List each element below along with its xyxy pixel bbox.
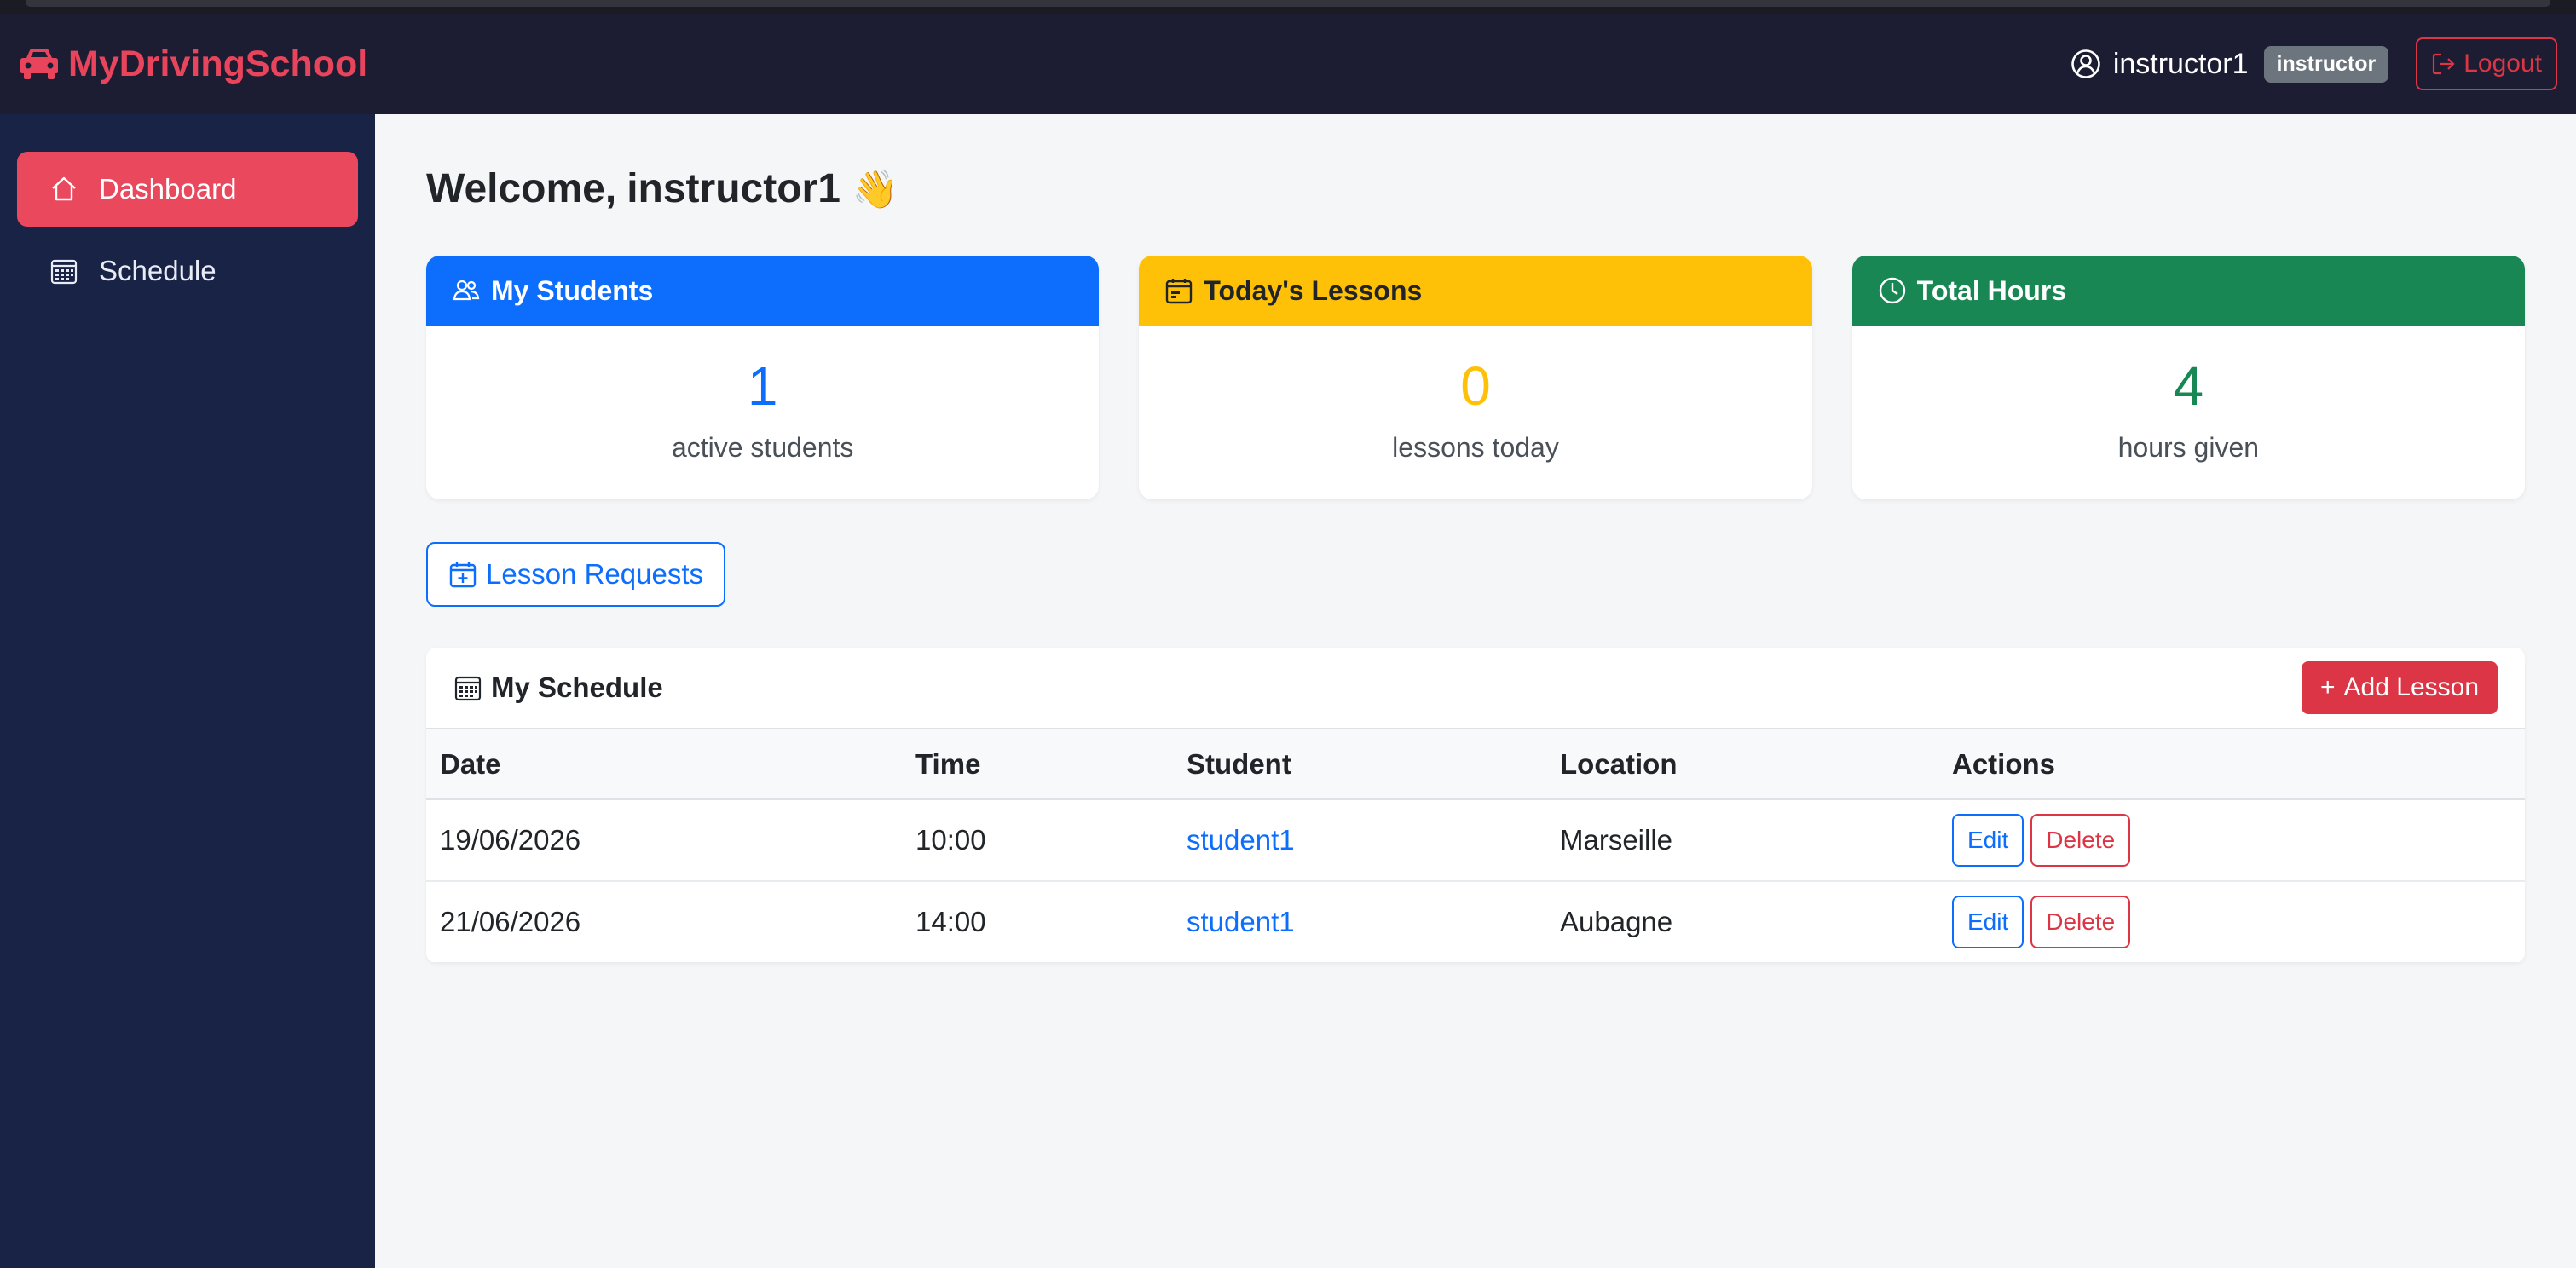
cell-location: Marseille (1560, 824, 1673, 856)
column-header-student: Student (1187, 747, 1291, 780)
top-navbar: MyDrivingSchool instructor1 instructor L… (0, 14, 2576, 114)
delete-button[interactable]: Delete (2030, 814, 2131, 867)
column-header-date: Date (440, 747, 501, 780)
card-title: Today's Lessons (1204, 274, 1423, 306)
cell-date: 21/06/2026 (440, 906, 581, 937)
role-badge: instructor (2263, 45, 2389, 83)
card-total-hours: Total Hours 4 hours given (1851, 256, 2525, 499)
calendar-plus-icon (449, 562, 477, 588)
window-top-strip (0, 0, 2576, 14)
logout-icon (2433, 53, 2455, 75)
people-icon (453, 280, 480, 301)
cell-time: 10:00 (915, 824, 986, 856)
wave-emoji: 👋 (852, 168, 899, 210)
calendar-grid-icon (454, 676, 482, 701)
add-lesson-button[interactable]: + Add Lesson (2302, 661, 2498, 714)
brand-name: MyDrivingSchool (68, 43, 368, 84)
student-link[interactable]: student1 (1187, 824, 1295, 856)
schedule-title: My Schedule (491, 671, 663, 703)
student-link[interactable]: student1 (1187, 906, 1295, 937)
card-header: Today's Lessons (1139, 256, 1812, 326)
sidebar-item-dashboard[interactable]: Dashboard (17, 152, 358, 227)
card-value: 1 (747, 354, 778, 417)
cell-date: 19/06/2026 (440, 824, 581, 856)
card-value: 4 (2173, 354, 2204, 417)
sidebar: Dashboard Schedule (0, 114, 375, 1268)
schedule-table: Date Time Student Location Actions 19/06… (426, 729, 2525, 963)
current-username: instructor1 (2112, 47, 2249, 80)
stats-cards: My Students 1 active students Today's Le… (426, 256, 2525, 499)
main-content: Welcome, instructor1 👋 My Students 1 act… (375, 114, 2576, 1268)
my-schedule-panel: My Schedule + Add Lesson Date Time Stude… (426, 648, 2525, 963)
table-row: 21/06/2026 14:00 student1 Aubagne Edit De… (426, 881, 2525, 963)
card-title: Total Hours (1916, 274, 2067, 306)
card-todays-lessons: Today's Lessons 0 lessons today (1139, 256, 1812, 499)
add-lesson-label: Add Lesson (2343, 673, 2479, 701)
delete-button[interactable]: Delete (2030, 896, 2131, 948)
table-row: 19/06/2026 10:00 student1 Marseille Edit… (426, 799, 2525, 881)
sidebar-item-label: Schedule (99, 255, 217, 286)
page-title: Welcome, instructor1 👋 (426, 165, 899, 212)
car-icon (20, 49, 58, 79)
card-header: My Students (426, 256, 1100, 326)
table-header-row: Date Time Student Location Actions (426, 729, 2525, 799)
welcome-prefix: Welcome, (426, 166, 617, 211)
column-header-actions: Actions (1952, 747, 2056, 780)
card-label: active students (671, 431, 854, 463)
user-circle-icon (2071, 49, 2100, 78)
card-label: hours given (2117, 431, 2260, 463)
calendar-grid-icon (50, 259, 78, 285)
schedule-header: My Schedule + Add Lesson (426, 648, 2525, 729)
card-title: My Students (491, 274, 654, 306)
house-icon (52, 176, 76, 201)
calendar-icon (1166, 279, 1193, 304)
cell-location: Aubagne (1560, 906, 1673, 937)
edit-button[interactable]: Edit (1952, 814, 2024, 867)
welcome-username: instructor1 (627, 166, 840, 211)
plus-icon: + (2320, 673, 2336, 701)
sidebar-item-schedule[interactable]: Schedule (17, 233, 358, 308)
sidebar-item-label: Dashboard (99, 173, 237, 205)
lesson-requests-label: Lesson Requests (486, 558, 703, 590)
clock-icon (1879, 277, 1905, 304)
cell-time: 14:00 (915, 906, 986, 937)
card-label: lessons today (1392, 431, 1559, 463)
column-header-time: Time (915, 747, 981, 780)
brand-logo[interactable]: MyDrivingSchool (19, 43, 367, 85)
card-value: 0 (1460, 354, 1491, 417)
lesson-requests-button[interactable]: Lesson Requests (426, 542, 725, 607)
card-my-students: My Students 1 active students (426, 256, 1100, 499)
edit-button[interactable]: Edit (1952, 896, 2024, 948)
logout-label: Logout (2463, 49, 2542, 78)
column-header-location: Location (1560, 747, 1678, 780)
logout-button[interactable]: Logout (2416, 37, 2557, 90)
card-header: Total Hours (1851, 256, 2525, 326)
